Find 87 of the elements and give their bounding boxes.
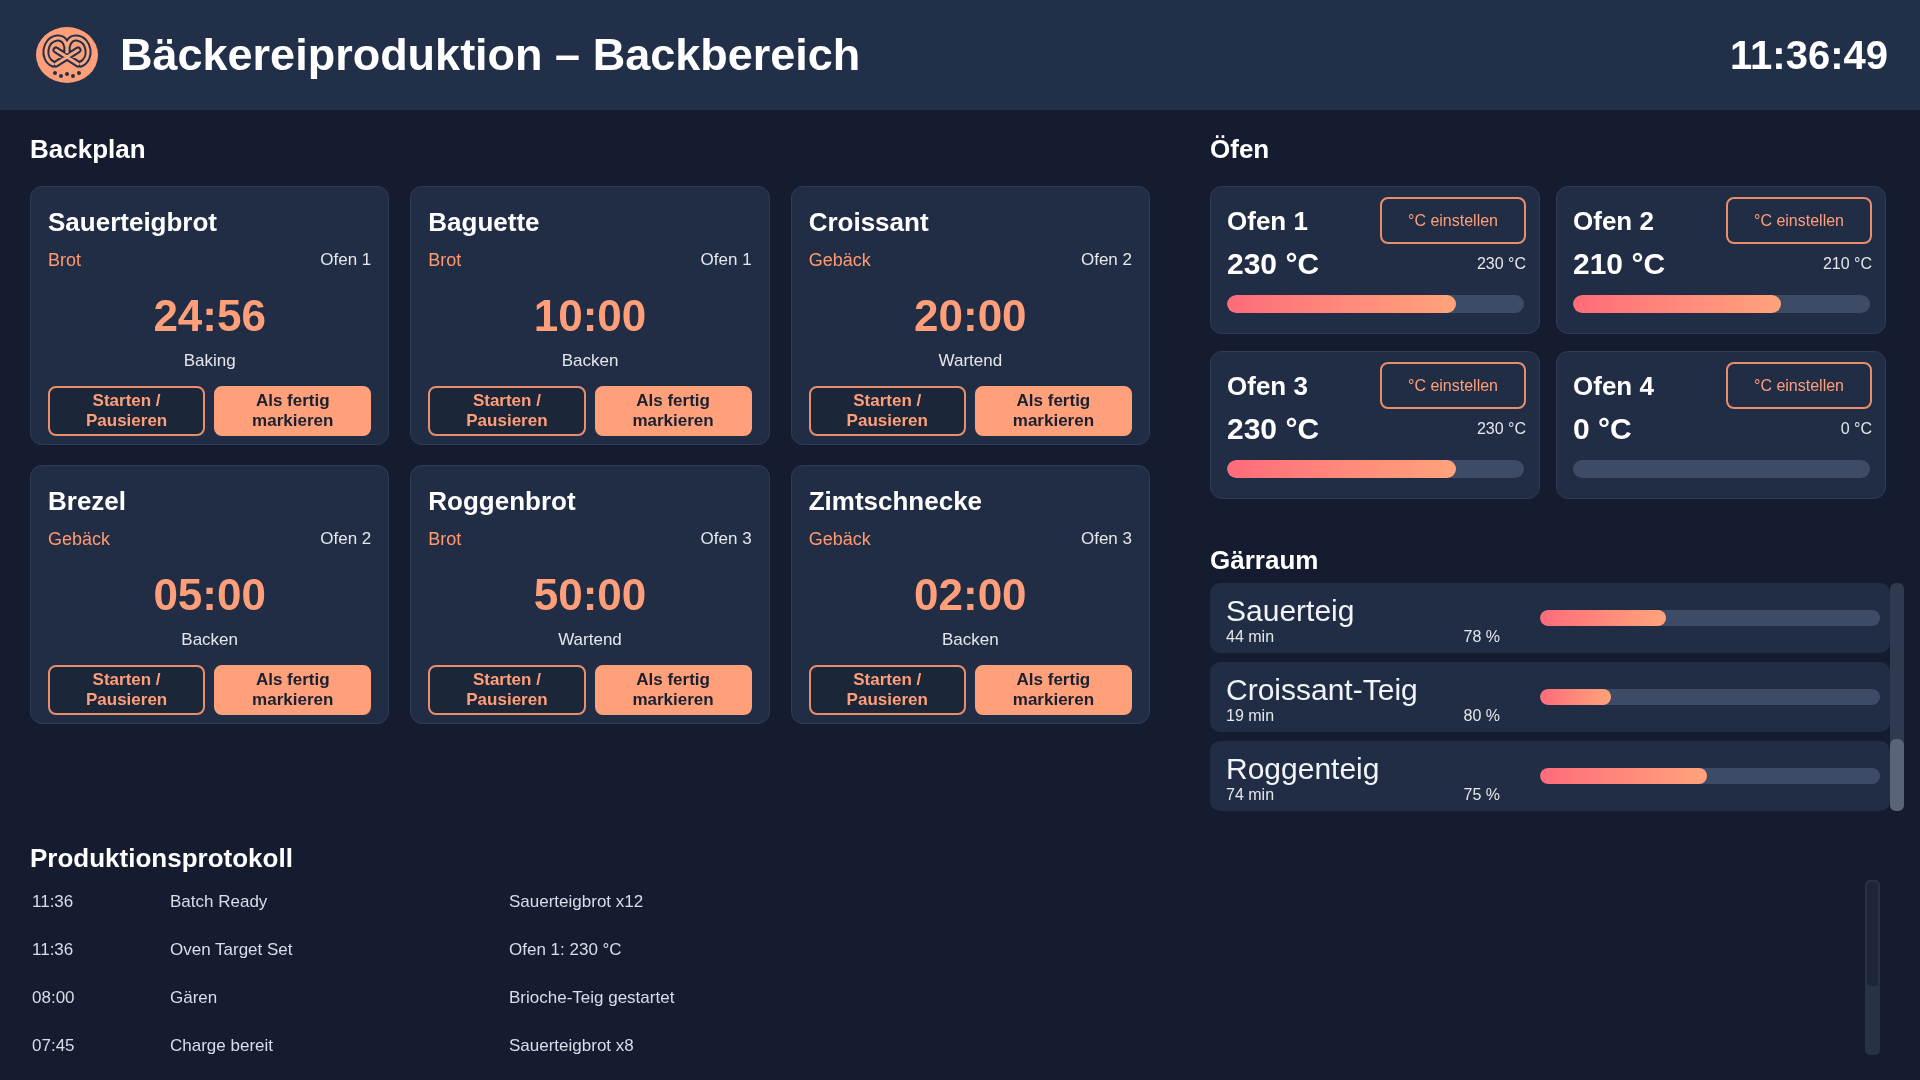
log-detail: Brioche-Teig gestartet [509, 987, 675, 1009]
clock: 11:36:49 [1730, 32, 1888, 79]
start-pause-button[interactable]: Starten / Pausieren [808, 386, 966, 436]
category-label: Gebäck [48, 528, 111, 550]
start-pause-button[interactable]: Starten / Pausieren [428, 665, 586, 715]
log-event: Charge bereit [170, 1036, 273, 1055]
target-temperature: 230 °C [1476, 254, 1526, 274]
proofing-percent: 75 % [1463, 784, 1500, 804]
target-temperature: 210 °C [1822, 254, 1872, 274]
status-label: Backen [941, 629, 999, 651]
status-label: Backen [181, 629, 238, 651]
oven-label: Ofen 3 [1080, 528, 1132, 550]
timer: 10:00 [533, 291, 647, 341]
category-label: Gebäck [808, 528, 871, 550]
target-temperature: 230 °C [1476, 419, 1526, 439]
timer: 05:00 [153, 570, 266, 620]
set-temperature-button[interactable]: °C einstellen [1726, 362, 1872, 409]
temperature-reading: 0 °C [1573, 411, 1632, 447]
timer: 50:00 [533, 570, 647, 620]
pretzel-icon [36, 27, 98, 83]
category-label: Brot [48, 249, 81, 271]
log-time: 07:45 [32, 1036, 75, 1055]
temperature-reading: 230 °C [1227, 411, 1320, 447]
set-temperature-button[interactable]: °C einstellen [1380, 197, 1526, 244]
page-title: Bäckereiproduktion – Backbereich [120, 28, 861, 82]
timer: 20:00 [914, 291, 1027, 341]
section-heading: Öfen [1210, 133, 1270, 165]
proofing-percent: 80 % [1463, 705, 1500, 725]
oven-name: Ofen 1 [1227, 204, 1308, 237]
start-pause-button[interactable]: Starten / Pausieren [808, 665, 966, 715]
batch-name: Croissant [808, 206, 929, 238]
status-label: Wartend [938, 350, 1003, 372]
status-label: Wartend [558, 629, 622, 651]
mark-done-button[interactable]: Als fertig markieren [214, 386, 372, 436]
proofing-name: Sauerteig [1226, 594, 1355, 627]
oven-name: Ofen 4 [1573, 369, 1654, 402]
section-heading: Produktionsprotokoll [30, 842, 293, 874]
batch-name: Baguette [428, 206, 540, 238]
scrollbar[interactable] [1890, 583, 1904, 811]
status-label: Backen [561, 350, 619, 372]
batch-name: Zimtschnecke [808, 485, 983, 517]
batch-name: Roggenbrot [428, 485, 576, 517]
log-time: 11:36 [32, 940, 74, 959]
mark-done-button[interactable]: Als fertig markieren [594, 665, 752, 715]
batch-name: Brezel [48, 485, 127, 517]
proofing-time: 44 min [1226, 627, 1275, 646]
section-heading: Backplan [30, 133, 146, 165]
log-time: 08:00 [32, 988, 75, 1007]
mark-done-button[interactable]: Als fertig markieren [974, 386, 1132, 436]
proofing-name: Roggenteig [1226, 752, 1380, 785]
oven-label: Ofen 2 [1080, 249, 1132, 271]
temperature-reading: 230 °C [1227, 246, 1320, 282]
timer: 02:00 [914, 570, 1027, 620]
category-label: Brot [428, 249, 462, 271]
start-pause-button[interactable]: Starten / Pausieren [48, 665, 206, 715]
log-time: 11:36 [32, 892, 74, 911]
timer: 24:56 [153, 291, 266, 341]
oven-name: Ofen 2 [1573, 204, 1654, 237]
proofing-name: Croissant-Teig [1226, 673, 1418, 706]
log-detail: Sauerteigbrot x8 [509, 1035, 634, 1057]
category-label: Gebäck [808, 249, 871, 271]
proofing-time: 19 min [1226, 706, 1275, 725]
log-event: Gären [170, 988, 218, 1007]
mark-done-button[interactable]: Als fertig markieren [594, 386, 752, 436]
oven-label: Ofen 2 [320, 528, 372, 550]
oven-label: Ofen 1 [320, 249, 372, 271]
mark-done-button[interactable]: Als fertig markieren [214, 665, 372, 715]
oven-label: Ofen 3 [700, 528, 752, 550]
status-label: Baking [183, 350, 236, 372]
set-temperature-button[interactable]: °C einstellen [1380, 362, 1526, 409]
mark-done-button[interactable]: Als fertig markieren [974, 665, 1132, 715]
log-event: Oven Target Set [170, 940, 293, 959]
log-detail: Sauerteigbrot x12 [509, 891, 644, 913]
proofing-time: 74 min [1226, 785, 1275, 804]
section-heading: Gärraum [1210, 544, 1319, 576]
start-pause-button[interactable]: Starten / Pausieren [428, 386, 586, 436]
log-detail: Ofen 1: 230 °C [509, 939, 622, 961]
set-temperature-button[interactable]: °C einstellen [1726, 197, 1872, 244]
target-temperature: 0 °C [1840, 419, 1872, 439]
batch-name: Sauerteigbrot [48, 206, 218, 238]
proofing-percent: 78 % [1463, 626, 1500, 646]
temperature-reading: 210 °C [1573, 246, 1666, 282]
oven-name: Ofen 3 [1227, 369, 1308, 402]
oven-label: Ofen 1 [700, 249, 752, 271]
category-label: Brot [428, 528, 462, 550]
start-pause-button[interactable]: Starten / Pausieren [48, 386, 206, 436]
log-event: Batch Ready [170, 892, 268, 911]
